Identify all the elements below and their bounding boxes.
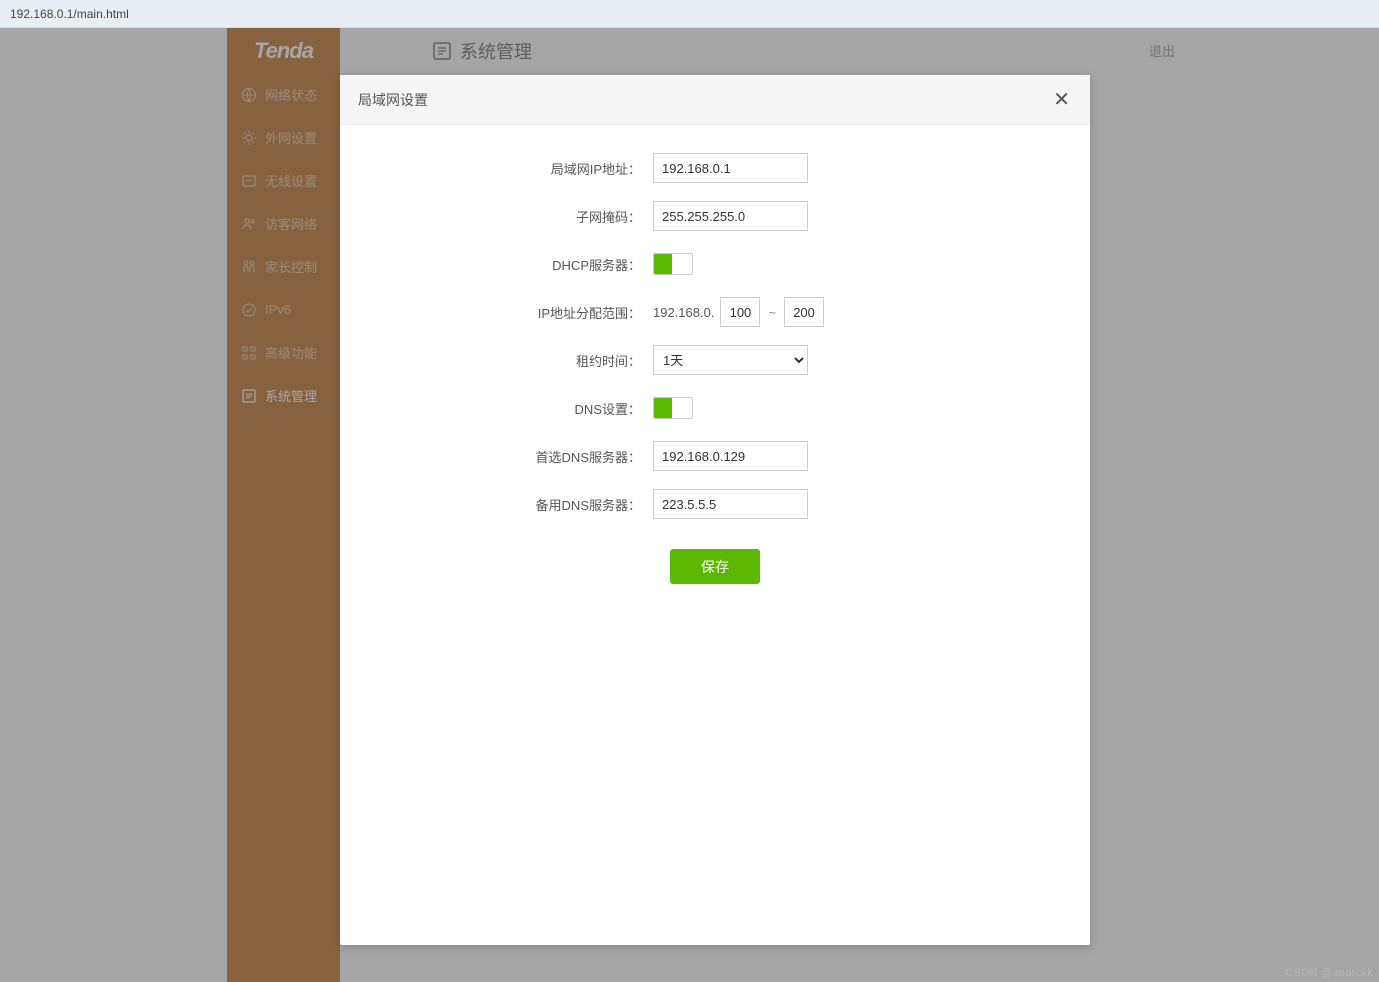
dhcp-toggle[interactable]: [653, 253, 693, 275]
label-dns2: 备用DNS服务器：: [370, 495, 653, 514]
secondary-dns-input[interactable]: [653, 489, 808, 519]
modal-title: 局域网设置: [358, 90, 428, 110]
label-ip-range: IP地址分配范围：: [370, 303, 653, 322]
row-lease: 租约时间： 1天: [370, 345, 1060, 375]
modal-header: 局域网设置 ✕: [340, 75, 1090, 125]
row-lan-ip: 局域网IP地址：: [370, 153, 1060, 183]
lan-ip-input[interactable]: [653, 153, 808, 183]
label-lease: 租约时间：: [370, 351, 653, 370]
url-text: 192.168.0.1/main.html: [10, 7, 129, 21]
row-ip-range: IP地址分配范围： 192.168.0. ~: [370, 297, 1060, 327]
viewport: Tenda 网络状态 外网设置 无线设置 访客网络 家长控制 IPv6 高级功: [0, 28, 1379, 982]
label-dns: DNS设置：: [370, 399, 653, 418]
lan-settings-modal: 局域网设置 ✕ 局域网IP地址： 子网掩码： DHCP服务器： IP地址分配范围…: [340, 75, 1090, 945]
primary-dns-input[interactable]: [653, 441, 808, 471]
subnet-input[interactable]: [653, 201, 808, 231]
dns-toggle[interactable]: [653, 397, 693, 419]
row-dhcp: DHCP服务器：: [370, 249, 1060, 279]
url-bar: 192.168.0.1/main.html: [0, 0, 1379, 28]
row-subnet: 子网掩码：: [370, 201, 1060, 231]
modal-body: 局域网IP地址： 子网掩码： DHCP服务器： IP地址分配范围： 192.16…: [340, 125, 1090, 612]
label-dns1: 首选DNS服务器：: [370, 447, 653, 466]
row-dns2: 备用DNS服务器：: [370, 489, 1060, 519]
row-dns-toggle: DNS设置：: [370, 393, 1060, 423]
lease-select[interactable]: 1天: [653, 345, 808, 375]
label-dhcp: DHCP服务器：: [370, 255, 653, 274]
label-subnet: 子网掩码：: [370, 207, 653, 226]
close-icon[interactable]: ✕: [1053, 87, 1070, 112]
watermark: CSDN @anarckk: [1285, 967, 1373, 979]
ip-range-start-input[interactable]: [720, 297, 760, 327]
label-lan-ip: 局域网IP地址：: [370, 159, 653, 178]
ip-range-prefix: 192.168.0.: [653, 305, 714, 320]
range-separator: ~: [766, 305, 778, 320]
save-button[interactable]: 保存: [670, 549, 760, 584]
row-dns1: 首选DNS服务器：: [370, 441, 1060, 471]
ip-range-end-input[interactable]: [784, 297, 824, 327]
